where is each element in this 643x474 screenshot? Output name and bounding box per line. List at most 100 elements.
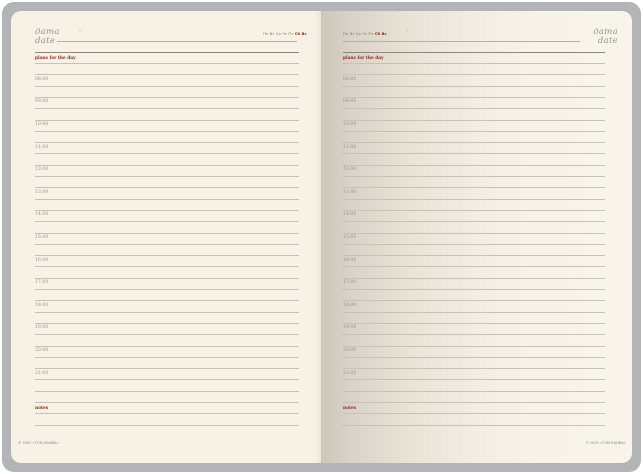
ruled-line bbox=[35, 119, 299, 121]
hour-label: 16:00 bbox=[35, 257, 49, 263]
header-divider bbox=[343, 52, 605, 53]
ruled-line bbox=[343, 390, 605, 392]
ruled-line bbox=[343, 356, 605, 358]
ruled-line bbox=[35, 176, 299, 177]
ruled-line bbox=[343, 300, 605, 302]
ruled-line bbox=[35, 74, 299, 76]
ruled-line bbox=[35, 187, 299, 189]
hour-label: 16:00 bbox=[343, 257, 357, 263]
hour-label: 15:00 bbox=[35, 235, 49, 240]
ruled-line bbox=[35, 368, 299, 370]
ruled-line bbox=[343, 413, 605, 415]
ruled-line bbox=[343, 322, 605, 324]
ruled-line bbox=[35, 96, 299, 98]
ruled-line bbox=[35, 209, 299, 211]
ruled-line bbox=[343, 277, 605, 279]
ruled-line bbox=[35, 232, 299, 234]
weekend-label: Сб bbox=[294, 32, 302, 36]
hour-label: 10:00 bbox=[343, 122, 357, 127]
ruled-line bbox=[343, 142, 605, 144]
ruled-line bbox=[343, 243, 605, 245]
ruled-line bbox=[35, 277, 299, 279]
date-entry-line bbox=[57, 41, 297, 42]
ruled-line bbox=[35, 130, 299, 132]
notes-label: notes bbox=[343, 406, 357, 411]
date-entry-line bbox=[343, 41, 580, 42]
hour-label: 13:00 bbox=[343, 189, 357, 195]
weekday-row: Пн Вт Ср Чт Пт Сб Вс bbox=[263, 32, 307, 36]
ruled-line bbox=[343, 209, 605, 211]
hour-label: 11:00 bbox=[343, 144, 357, 150]
ruled-line bbox=[35, 390, 299, 392]
hour-label: 15:00 bbox=[343, 235, 357, 240]
hour-label: 10:00 bbox=[35, 122, 49, 127]
ruled-line bbox=[35, 142, 299, 144]
hour-label: 14:00 bbox=[35, 212, 49, 218]
date-label-en: date bbox=[597, 36, 618, 46]
ruled-line bbox=[343, 334, 605, 336]
ruled-line bbox=[343, 85, 605, 87]
notes-label: notes bbox=[35, 406, 49, 411]
ruled-line bbox=[35, 243, 299, 245]
right-page: Пн Вт Ср Чт Пт Сб Вс : дата date plans f… bbox=[321, 11, 632, 463]
ruled-line bbox=[343, 424, 605, 426]
hour-label: 13:00 bbox=[35, 189, 49, 195]
ruled-line bbox=[343, 379, 605, 381]
hour-label: 08:00 bbox=[343, 76, 357, 82]
hour-label: 12:00 bbox=[343, 167, 357, 173]
ruled-line bbox=[343, 108, 605, 110]
ruled-line bbox=[343, 176, 605, 177]
ruled-line bbox=[343, 74, 605, 76]
hour-label: 11:00 bbox=[35, 144, 49, 150]
ruled-line bbox=[35, 413, 299, 415]
ruled-line bbox=[35, 402, 299, 403]
hour-label: 19:00 bbox=[35, 325, 49, 331]
ruled-line bbox=[343, 311, 605, 313]
ruled-line bbox=[343, 255, 605, 257]
ruled-line bbox=[343, 130, 605, 132]
hour-label: 18:00 bbox=[343, 302, 357, 308]
hour-label: 17:00 bbox=[343, 280, 357, 286]
plans-label: plans for the day bbox=[343, 56, 384, 61]
ruled-line bbox=[35, 164, 299, 166]
ruled-line bbox=[343, 266, 605, 268]
ruled-line bbox=[35, 63, 299, 64]
ruled-line bbox=[35, 266, 299, 268]
weekend-label: Вс bbox=[301, 32, 307, 36]
date-label-en: date bbox=[35, 36, 56, 46]
ruled-line bbox=[35, 379, 299, 381]
ruled-line bbox=[35, 255, 299, 257]
hour-label: 09:00 bbox=[343, 99, 357, 105]
hour-label: 21:00 bbox=[343, 370, 357, 376]
left-page: дата date : Пн Вт Ср Чт Пт Сб Вс plans f… bbox=[11, 11, 321, 463]
header-divider bbox=[35, 52, 299, 53]
ruled-line bbox=[35, 221, 299, 223]
ruled-line bbox=[343, 198, 605, 200]
ruled-line bbox=[343, 221, 605, 223]
ruled-line bbox=[35, 334, 299, 336]
hour-label: 18:00 bbox=[35, 302, 49, 308]
ruled-line bbox=[343, 232, 605, 234]
ruled-line bbox=[343, 187, 605, 189]
weekend-label: Вс bbox=[381, 32, 387, 36]
weekday-label: Пн bbox=[343, 32, 350, 36]
ruled-line bbox=[35, 198, 299, 200]
date-separator: : bbox=[406, 27, 409, 34]
ruled-line bbox=[343, 96, 605, 98]
copyright-text: © ООО «ТОМ КАНВА» bbox=[18, 441, 59, 445]
ruled-line bbox=[35, 85, 299, 87]
ruled-line bbox=[343, 402, 605, 403]
ruled-line bbox=[343, 153, 605, 155]
ruled-line bbox=[343, 63, 605, 64]
hour-label: 08:00 bbox=[35, 76, 49, 82]
hour-label: 21:00 bbox=[35, 370, 49, 376]
ruled-line bbox=[35, 300, 299, 302]
ruled-line bbox=[343, 368, 605, 370]
ruled-line bbox=[343, 345, 605, 347]
hour-label: 17:00 bbox=[35, 280, 49, 286]
ruled-line bbox=[343, 164, 605, 166]
plans-label: plans for the day bbox=[35, 56, 76, 61]
hour-label: 19:00 bbox=[343, 325, 357, 331]
ruled-line bbox=[35, 424, 299, 426]
ruled-line bbox=[35, 322, 299, 324]
